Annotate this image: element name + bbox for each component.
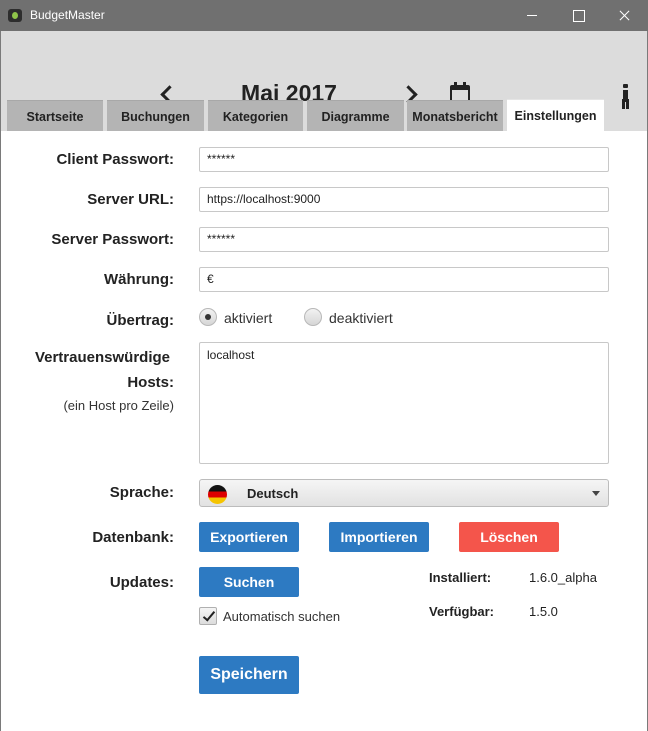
germany-flag-icon xyxy=(208,485,227,504)
server-password-label: Server Passwort: xyxy=(51,231,174,248)
tab-einstellungen[interactable]: Einstellungen xyxy=(507,99,604,131)
tab-diagramme[interactable]: Diagramme xyxy=(307,100,404,131)
carryover-label: Übertrag: xyxy=(106,312,174,329)
carryover-off-radio[interactable] xyxy=(304,308,322,326)
chevron-down-icon xyxy=(592,491,600,496)
available-version-label: Verfügbar: xyxy=(429,604,495,619)
currency-label: Währung: xyxy=(104,271,174,288)
info-icon[interactable] xyxy=(620,83,632,105)
tab-kategorien[interactable]: Kategorien xyxy=(208,100,303,131)
window-titlebar[interactable]: BudgetMaster xyxy=(0,0,648,31)
language-selected-value: Deutsch xyxy=(247,486,299,501)
language-select[interactable]: Deutsch xyxy=(199,479,609,507)
client-password-label: Client Passwort: xyxy=(56,151,174,168)
search-updates-button[interactable]: Suchen xyxy=(199,567,299,597)
tab-monatsbericht[interactable]: Monatsbericht xyxy=(407,100,503,131)
client-password-field[interactable]: ****** xyxy=(199,147,609,172)
app-logo-icon xyxy=(8,9,22,22)
installed-version-value: 1.6.0_alpha xyxy=(529,570,597,585)
trusted-hosts-label: Vertrauenswürdige xyxy=(34,349,170,366)
auto-search-checkbox[interactable] xyxy=(199,607,217,625)
server-url-field[interactable]: https://localhost:9000 xyxy=(199,187,609,212)
window-title: BudgetMaster xyxy=(30,8,105,22)
save-button[interactable]: Speichern xyxy=(199,656,299,694)
minimize-button[interactable] xyxy=(509,0,555,31)
carryover-off-label[interactable]: deaktiviert xyxy=(329,310,393,326)
carryover-on-label[interactable]: aktiviert xyxy=(224,310,272,326)
trusted-hosts-textarea[interactable]: localhost xyxy=(199,342,609,464)
language-label: Sprache: xyxy=(109,484,174,501)
carryover-on-radio[interactable] xyxy=(199,308,217,326)
delete-database-button[interactable]: Löschen xyxy=(459,522,559,552)
close-window-button[interactable] xyxy=(601,0,647,31)
trusted-hosts-hint: (ein Host pro Zeile) xyxy=(63,398,174,413)
database-label: Datenbank: xyxy=(92,529,174,546)
trusted-hosts-label-cont: Hosts: xyxy=(127,374,174,391)
installed-version-label: Installiert: xyxy=(429,570,492,585)
maximize-button[interactable] xyxy=(555,0,601,31)
export-button[interactable]: Exportieren xyxy=(199,522,299,552)
available-version-value: 1.5.0 xyxy=(529,604,558,619)
server-url-label: Server URL: xyxy=(87,191,174,208)
tab-buchungen[interactable]: Buchungen xyxy=(107,100,204,131)
server-password-field[interactable]: ****** xyxy=(199,227,609,252)
currency-field[interactable]: € xyxy=(199,267,609,292)
tab-startseite[interactable]: Startseite xyxy=(7,100,103,131)
updates-label: Updates: xyxy=(109,574,174,591)
import-button[interactable]: Importieren xyxy=(329,522,429,552)
auto-search-label[interactable]: Automatisch suchen xyxy=(223,609,340,624)
